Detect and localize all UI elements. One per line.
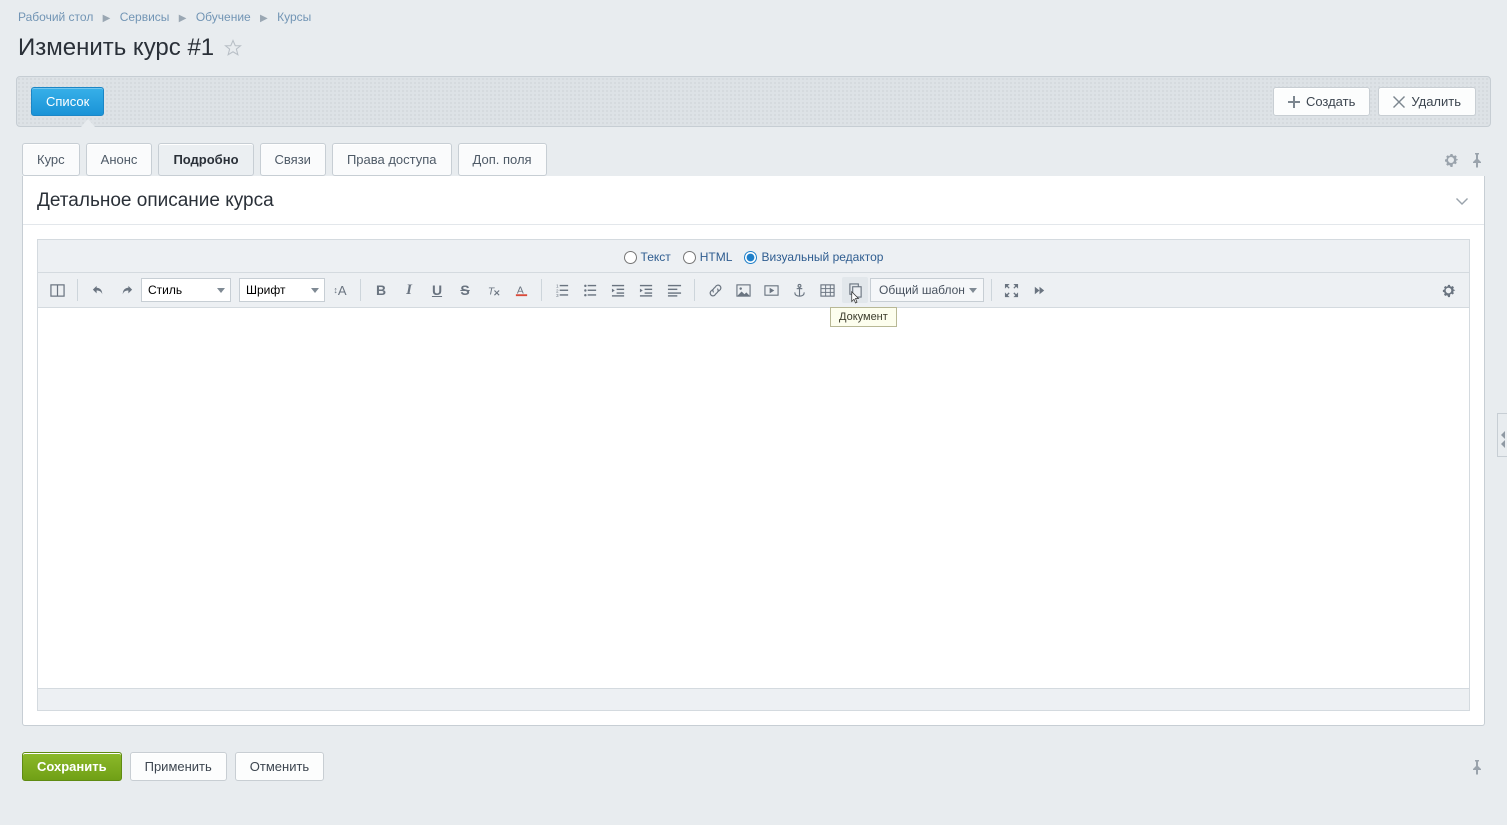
bottom-actions: Сохранить Применить Отменить — [0, 738, 1507, 801]
tab-announce[interactable]: Анонс — [86, 143, 153, 176]
clear-format-icon[interactable]: T — [480, 277, 506, 303]
close-icon — [1393, 96, 1405, 108]
cancel-button[interactable]: Отменить — [235, 752, 324, 781]
cursor-icon — [848, 291, 863, 306]
section-header: Детальное описание курса — [23, 176, 1484, 225]
underline-icon[interactable]: U — [424, 277, 450, 303]
style-select[interactable]: Стиль — [141, 278, 231, 302]
plus-icon — [1288, 96, 1300, 108]
breadcrumb-item[interactable]: Сервисы — [120, 10, 170, 24]
tab-access[interactable]: Права доступа — [332, 143, 452, 176]
image-icon[interactable] — [730, 277, 756, 303]
ordered-list-icon[interactable]: 123 — [549, 277, 575, 303]
split-view-icon[interactable] — [44, 277, 70, 303]
font-size-icon[interactable]: ↕A — [327, 277, 353, 303]
mode-html[interactable]: HTML — [683, 250, 733, 264]
unordered-list-icon[interactable] — [577, 277, 603, 303]
more-icon[interactable] — [1027, 277, 1053, 303]
pin-bottom-icon[interactable] — [1469, 759, 1485, 775]
link-icon[interactable] — [702, 277, 728, 303]
list-button[interactable]: Список — [31, 87, 104, 116]
tab-row: Курс Анонс Подробно Связи Права доступа … — [0, 127, 1507, 176]
bold-icon[interactable]: B — [368, 277, 394, 303]
anchor-icon[interactable] — [786, 277, 812, 303]
create-button-label: Создать — [1306, 94, 1355, 109]
section-title: Детальное описание курса — [37, 190, 274, 212]
svg-text:3: 3 — [555, 293, 558, 298]
breadcrumb-sep-icon: ▶ — [179, 13, 187, 24]
redo-icon[interactable] — [113, 277, 139, 303]
tab-links[interactable]: Связи — [260, 143, 326, 176]
editor-body[interactable] — [38, 308, 1469, 688]
action-bar-pointer-icon — [81, 119, 95, 127]
toolbar-settings-gear-icon[interactable] — [1435, 277, 1461, 303]
template-dropdown[interactable]: Общий шаблон — [870, 278, 984, 302]
create-button[interactable]: Создать — [1273, 87, 1370, 116]
settings-gear-icon[interactable] — [1443, 152, 1459, 168]
editor-toolbar: Стиль Шрифт ↕A B I U S T A 123 — [38, 273, 1469, 308]
table-icon[interactable] — [814, 277, 840, 303]
tooltip: Документ — [830, 307, 897, 327]
breadcrumb-item[interactable]: Обучение — [196, 10, 251, 24]
tab-extra[interactable]: Доп. поля — [458, 143, 547, 176]
breadcrumb-sep-icon: ▶ — [103, 13, 111, 24]
undo-icon[interactable] — [85, 277, 111, 303]
action-bar: Список Создать Удалить — [16, 76, 1491, 127]
mode-text[interactable]: Текст — [624, 250, 671, 264]
strike-icon[interactable]: S — [452, 277, 478, 303]
collapse-chevron-icon[interactable] — [1454, 193, 1470, 209]
outdent-icon[interactable] — [605, 277, 631, 303]
side-collapse-toggle[interactable] — [1497, 413, 1507, 457]
italic-icon[interactable]: I — [396, 277, 422, 303]
tab-course[interactable]: Курс — [22, 143, 80, 176]
mode-visual[interactable]: Визуальный редактор — [744, 250, 883, 264]
pin-icon[interactable] — [1469, 152, 1485, 168]
save-button[interactable]: Сохранить — [22, 752, 122, 781]
breadcrumb-item[interactable]: Курсы — [277, 10, 311, 24]
delete-button[interactable]: Удалить — [1378, 87, 1476, 116]
detail-panel: Детальное описание курса Текст HTML Визу… — [22, 176, 1485, 726]
favorite-star-icon[interactable] — [224, 39, 242, 57]
breadcrumb-item[interactable]: Рабочий стол — [18, 10, 93, 24]
font-select[interactable]: Шрифт — [239, 278, 325, 302]
indent-icon[interactable] — [633, 277, 659, 303]
delete-button-label: Удалить — [1411, 94, 1461, 109]
tab-detail[interactable]: Подробно — [158, 143, 253, 176]
editor-mode-tabs: Текст HTML Визуальный редактор — [38, 240, 1469, 273]
document-icon[interactable]: Документ — [842, 277, 868, 303]
editor-container: Текст HTML Визуальный редактор Стиль Шри… — [23, 225, 1484, 725]
fullscreen-icon[interactable] — [999, 277, 1025, 303]
page-title: Изменить курс #1 — [18, 34, 214, 62]
breadcrumb-sep-icon: ▶ — [260, 13, 268, 24]
svg-text:T: T — [487, 286, 494, 297]
apply-button[interactable]: Применить — [130, 752, 227, 781]
breadcrumb: Рабочий стол ▶ Сервисы ▶ Обучение ▶ Курс… — [0, 0, 1507, 30]
page-header: Изменить курс #1 — [0, 30, 1507, 76]
video-icon[interactable] — [758, 277, 784, 303]
align-icon[interactable] — [661, 277, 687, 303]
text-color-icon[interactable]: A — [508, 277, 534, 303]
editor-footer — [38, 688, 1469, 710]
